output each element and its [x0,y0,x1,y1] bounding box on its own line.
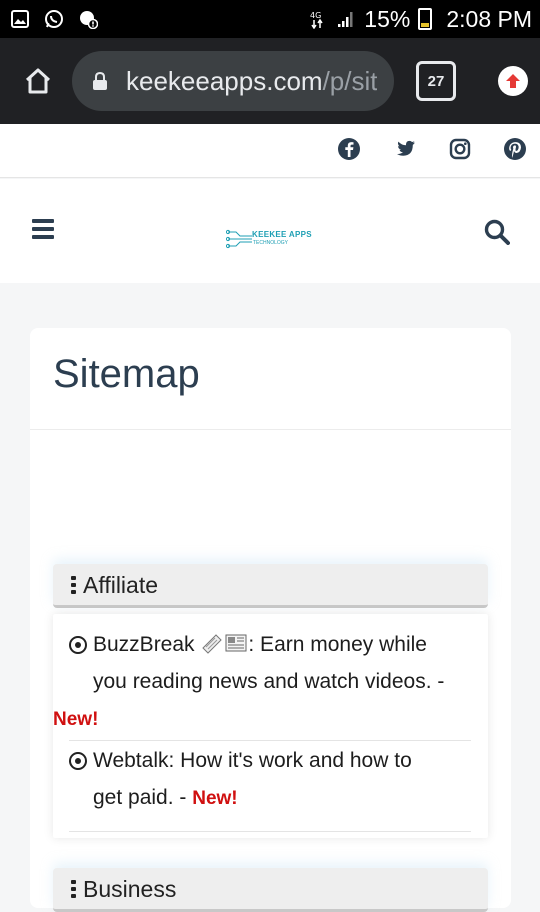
item-title-start: BuzzBreak [93,633,195,656]
home-icon [25,68,51,94]
section-header-business[interactable]: Business [53,868,488,912]
new-badge: New! [192,788,238,809]
network-4g-icon: 4G [310,11,323,29]
tab-switcher-button[interactable]: 27 [416,61,456,101]
clock: 2:08 PM [446,5,532,32]
item-title[interactable]: Webtalk: How it's work and how to [69,742,471,779]
url-host: keekeeapps.com [126,65,323,96]
site-header: KEEKEE APPS TECHNOLOGY [0,179,540,283]
item-title-cont: you reading news and watch videos. - [93,670,445,693]
list-item[interactable]: BuzzBreak : Earn money while you reading… [53,626,471,741]
url-text: keekeeapps.com/p/sit [126,66,377,97]
newspaper-icon [225,634,247,652]
data-saver-icon [80,11,98,29]
whatsapp-notification-icon [45,10,63,28]
arrow-up-icon [506,74,520,88]
twitter-icon[interactable] [393,137,417,161]
svg-text:4G: 4G [310,11,321,20]
browser-toolbar: keekeeapps.com/p/sit 27 [0,38,540,124]
update-button[interactable] [498,66,528,96]
section-title: Affiliate [83,572,159,598]
vertical-dots-icon [71,576,76,594]
list-item[interactable]: Webtalk: How it's work and how to get pa… [69,742,471,832]
url-path: /p/sit [322,65,378,96]
item-title-rest: : Earn money while [248,633,427,656]
site-logo[interactable]: KEEKEE APPS TECHNOLOGY [226,228,312,250]
facebook-icon[interactable] [337,137,361,161]
image-notification-icon [11,10,29,28]
rolled-newspaper-icon [202,634,223,654]
status-bar: 4G 15% 2:08 PM [0,0,540,38]
item-title-cont: get paid. - New! [69,779,471,817]
instagram-icon[interactable] [448,137,472,161]
item-title-end: get paid. - [93,786,193,809]
pinterest-icon[interactable] [503,137,527,161]
logo-text: KEEKEE APPS [252,230,312,239]
logo-subtext: TECHNOLOGY [253,240,289,246]
home-button[interactable] [8,51,68,111]
section-header-affiliate[interactable]: Affiliate [53,564,488,608]
lock-icon [93,71,107,90]
vertical-dots-icon [71,880,76,898]
menu-icon[interactable] [32,219,54,239]
item-title[interactable]: BuzzBreak : Earn money while [69,626,471,663]
social-bar [0,124,540,178]
page-title: Sitemap [53,352,200,396]
title-divider [30,429,511,430]
radio-bullet-icon [69,752,87,770]
battery-icon [418,8,433,30]
new-badge: New! [53,709,99,730]
radio-bullet-icon [69,636,87,654]
signal-icon [338,12,353,27]
url-bar[interactable]: keekeeapps.com/p/sit [72,51,394,111]
search-icon[interactable] [484,219,510,245]
battery-percent: 15% [364,5,411,32]
content-card: Sitemap Affiliate BuzzBreak : Earn money… [30,328,511,912]
circuit-logo-icon [226,229,252,249]
affiliate-list: BuzzBreak : Earn money while you reading… [53,614,488,838]
